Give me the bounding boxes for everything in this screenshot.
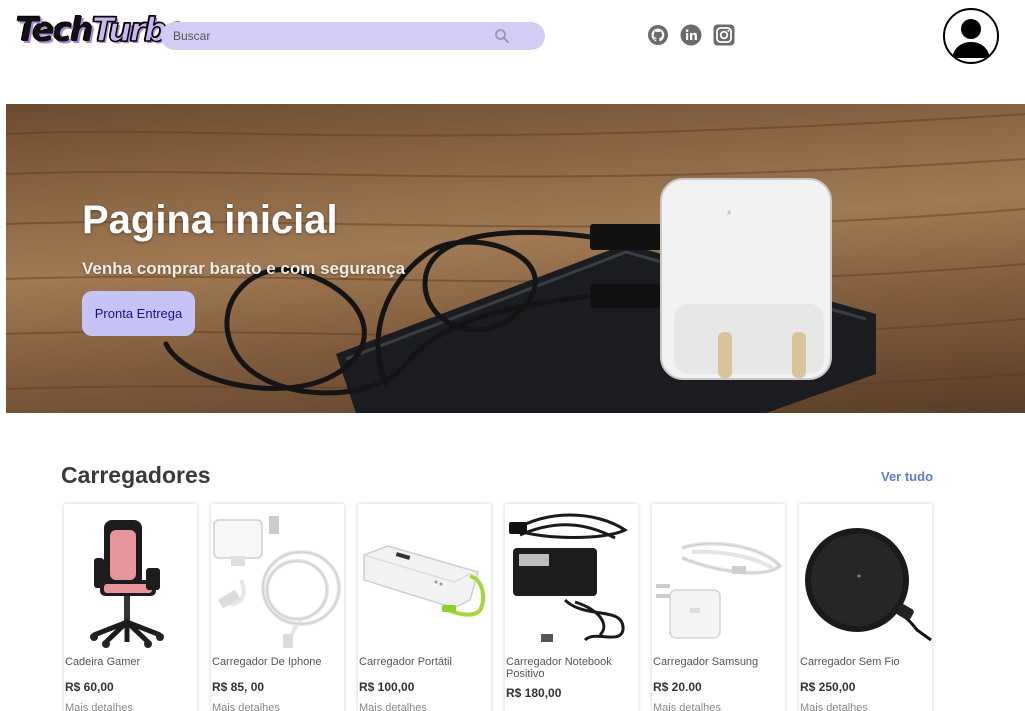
section-title: Carregadores <box>61 462 211 488</box>
hero-title: Pagina inicial <box>82 198 338 242</box>
product-price: R$ 20.00 <box>653 680 702 694</box>
svg-text:⚡: ⚡ <box>726 209 732 219</box>
product-details-link[interactable]: Mais detalhes <box>65 702 133 711</box>
see-all-link[interactable]: Ver tudo <box>881 469 933 484</box>
search-bar <box>161 22 545 50</box>
product-details-link[interactable]: Mais detalhes <box>653 702 721 711</box>
search-icon[interactable] <box>494 28 510 44</box>
product-image-gaming-chair <box>90 520 164 648</box>
logo[interactable]: TechTurbo <box>16 9 189 50</box>
product-name: Carregador Sem Fio <box>800 656 900 668</box>
product-card[interactable]: Carregador Sem Fio R$ 250,00 Mais detalh… <box>799 504 932 711</box>
product-details-link[interactable]: Mais detalhes <box>212 702 280 711</box>
header: TechTurbo <box>0 0 1025 72</box>
product-image-power-bank <box>363 545 486 617</box>
product-card[interactable]: Carregador Notebook Positivo R$ 180,00 <box>505 504 638 711</box>
github-icon[interactable] <box>646 23 669 46</box>
hero-banner: ⚡ Pagina inicial Venha comprar barato e … <box>6 104 1025 413</box>
product-name: Carregador De Iphone <box>212 656 322 668</box>
user-icon[interactable] <box>943 8 999 64</box>
product-card[interactable]: Carregador De Iphone R$ 85, 00 Mais deta… <box>211 504 344 711</box>
product-name: Carregador Portátil <box>359 656 452 668</box>
product-price: R$ 180,00 <box>506 686 562 700</box>
search-input[interactable] <box>173 22 493 50</box>
product-price: R$ 250,00 <box>800 680 856 694</box>
product-name: Carregador Notebook Positivo <box>506 656 612 680</box>
linkedin-icon[interactable] <box>679 23 702 46</box>
product-price: R$ 100,00 <box>359 680 415 694</box>
instagram-icon[interactable] <box>712 23 735 46</box>
product-details-link[interactable]: Mais detalhes <box>800 702 868 711</box>
product-price: R$ 85, 00 <box>212 680 265 694</box>
product-image-wireless-charger <box>805 528 932 642</box>
product-price: R$ 60,00 <box>65 680 114 694</box>
product-card[interactable]: Cadeira Gamer R$ 60,00 Mais detalhes <box>64 504 197 711</box>
product-card[interactable]: Carregador Samsung R$ 20.00 Mais detalhe… <box>652 504 785 711</box>
product-card[interactable]: Carregador Portátil R$ 100,00 Mais detal… <box>358 504 491 711</box>
product-details-link[interactable]: Mais detalhes <box>359 702 427 711</box>
product-image-samsung-charger <box>656 541 783 639</box>
product-image-iphone-charger <box>213 516 341 648</box>
pronta-entrega-button[interactable]: Pronta Entrega <box>82 291 195 336</box>
hero-subtitle: Venha comprar barato e com segurança <box>82 259 406 278</box>
product-name: Carregador Samsung <box>653 656 759 668</box>
product-name: Cadeira Gamer <box>65 656 141 668</box>
social-links <box>646 23 735 46</box>
logo-tech: Tech <box>16 10 94 49</box>
product-image-notebook-charger <box>509 513 628 642</box>
